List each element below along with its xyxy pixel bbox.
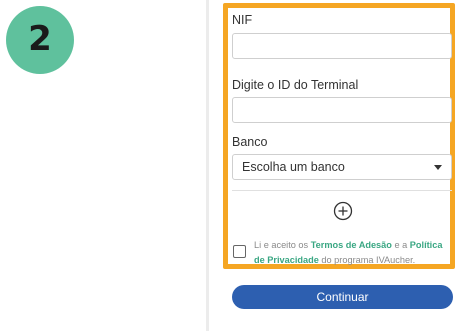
terminal-id-input[interactable] bbox=[232, 97, 452, 123]
step-badge: 2 bbox=[6, 6, 74, 74]
continue-button[interactable]: Continuar bbox=[232, 285, 453, 309]
terms-link[interactable]: Termos de Adesão bbox=[311, 240, 392, 250]
terms-suffix: do programa IVAucher. bbox=[318, 255, 416, 265]
bank-select[interactable]: Escolha um banco bbox=[232, 154, 452, 180]
terms-checkbox[interactable] bbox=[233, 245, 246, 258]
panel-divider bbox=[206, 0, 209, 331]
chevron-down-icon bbox=[434, 164, 442, 170]
bank-select-value: Escolha um banco bbox=[242, 160, 345, 174]
bank-label: Banco bbox=[232, 135, 268, 149]
section-divider bbox=[232, 190, 452, 191]
terms-text: Li e aceito os Termos de Adesão e a Polí… bbox=[254, 238, 452, 268]
nif-input[interactable] bbox=[232, 33, 452, 59]
terminal-id-label: Digite o ID do Terminal bbox=[232, 78, 359, 92]
terms-middle: e a bbox=[391, 240, 410, 250]
step-number: 2 bbox=[28, 19, 52, 59]
plus-circle-icon[interactable] bbox=[333, 201, 353, 221]
terms-prefix: Li e aceito os bbox=[254, 240, 311, 250]
nif-label: NIF bbox=[232, 13, 253, 27]
